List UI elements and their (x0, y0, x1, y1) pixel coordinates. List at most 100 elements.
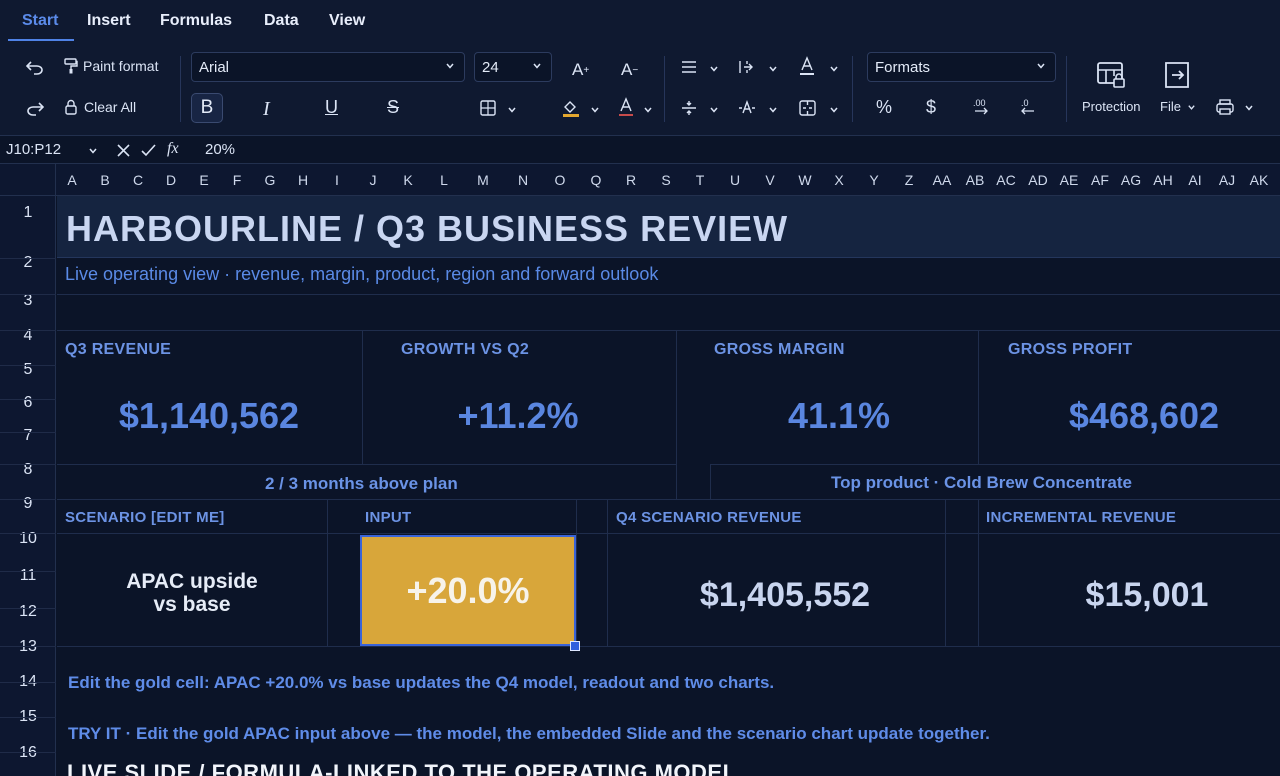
fill-color-icon[interactable] (562, 99, 580, 117)
row-header[interactable]: 11 (0, 567, 56, 585)
tab-formulas[interactable]: Formulas (160, 12, 232, 30)
column-header[interactable]: Q (591, 172, 602, 188)
vertical-align-icon[interactable] (681, 100, 697, 116)
chevron-down-icon[interactable] (88, 146, 98, 156)
chevron-down-icon[interactable] (643, 105, 653, 115)
column-header[interactable]: AI (1188, 172, 1201, 188)
scenario-input-cell[interactable]: +20.0% (360, 535, 576, 646)
text-color-icon[interactable] (799, 56, 815, 76)
function-icon[interactable]: fx (167, 140, 179, 158)
merge-icon[interactable] (799, 100, 816, 116)
chevron-down-icon[interactable] (829, 64, 839, 74)
column-header[interactable]: A (67, 172, 76, 188)
chevron-down-icon[interactable] (507, 105, 517, 115)
number-format-select[interactable]: Formats (867, 52, 1056, 82)
protection-icon[interactable] (1096, 60, 1126, 90)
file-export-icon[interactable] (1162, 60, 1192, 90)
font-family-select[interactable]: Arial (191, 52, 465, 82)
decrease-font-icon[interactable]: A − (621, 60, 638, 80)
column-header[interactable]: H (298, 172, 308, 188)
column-header[interactable]: O (555, 172, 566, 188)
text-rotate-icon[interactable] (738, 99, 756, 117)
column-header[interactable]: AF (1091, 172, 1109, 188)
underline-button[interactable]: U (325, 97, 338, 118)
percent-button[interactable]: % (876, 97, 892, 118)
tab-data[interactable]: Data (264, 12, 299, 30)
column-header[interactable]: S (661, 172, 670, 188)
column-header[interactable]: E (199, 172, 208, 188)
column-header[interactable]: V (765, 172, 774, 188)
name-box[interactable]: J10:P12 (6, 141, 61, 158)
select-all-corner[interactable] (0, 164, 56, 196)
column-header[interactable]: B (100, 172, 109, 188)
column-header[interactable]: C (133, 172, 143, 188)
column-header[interactable]: M (477, 172, 489, 188)
fill-handle[interactable] (570, 641, 580, 651)
column-header[interactable]: K (403, 172, 412, 188)
currency-button[interactable]: $ (926, 97, 936, 118)
increase-decimal-icon[interactable]: .00 (971, 97, 991, 115)
chevron-down-icon[interactable] (768, 105, 778, 115)
tab-insert[interactable]: Insert (87, 12, 131, 30)
chevron-down-icon[interactable] (829, 105, 839, 115)
column-header[interactable]: T (696, 172, 705, 188)
column-header[interactable]: U (730, 172, 740, 188)
column-header[interactable]: AH (1153, 172, 1172, 188)
undo-icon[interactable] (26, 59, 44, 75)
clear-all-button[interactable]: Clear All (64, 99, 136, 115)
row-header[interactable]: 1 (0, 204, 56, 222)
bold-button[interactable]: B (191, 93, 223, 123)
row-header[interactable]: 9 (0, 495, 56, 513)
column-header[interactable]: Y (869, 172, 878, 188)
protection-label[interactable]: Protection (1082, 99, 1141, 114)
tab-view[interactable]: View (329, 12, 365, 30)
column-header[interactable]: G (265, 172, 276, 188)
chevron-down-icon[interactable] (709, 105, 719, 115)
confirm-icon[interactable] (141, 144, 156, 157)
chevron-down-icon[interactable] (768, 64, 778, 74)
column-header[interactable]: AE (1060, 172, 1079, 188)
formula-input[interactable]: 20% (205, 141, 235, 158)
row-header[interactable]: 6 (0, 394, 56, 412)
file-menu-button[interactable]: File (1160, 99, 1196, 114)
column-header[interactable]: J (370, 172, 377, 188)
column-header[interactable]: F (233, 172, 242, 188)
column-header[interactable]: AA (933, 172, 952, 188)
row-header[interactable]: 2 (0, 254, 56, 272)
column-header[interactable]: W (798, 172, 811, 188)
strikethrough-button[interactable]: S (387, 97, 399, 118)
chevron-down-icon[interactable] (1244, 103, 1254, 113)
column-header[interactable]: Z (905, 172, 914, 188)
column-header[interactable]: N (518, 172, 528, 188)
chevron-down-icon[interactable] (590, 105, 600, 115)
column-header[interactable]: X (834, 172, 843, 188)
font-size-select[interactable]: 24 (474, 52, 552, 82)
column-header[interactable]: I (335, 172, 339, 188)
column-header[interactable]: AC (996, 172, 1015, 188)
decrease-decimal-icon[interactable]: .0 (1018, 97, 1038, 115)
paint-format-button[interactable]: Paint format (64, 58, 158, 74)
row-header[interactable]: 5 (0, 361, 56, 379)
font-color-icon[interactable] (618, 97, 634, 117)
row-header[interactable]: 13 (0, 638, 56, 656)
chevron-down-icon[interactable] (709, 64, 719, 74)
borders-icon[interactable] (480, 100, 496, 116)
column-header[interactable]: D (166, 172, 176, 188)
align-icon[interactable] (681, 60, 697, 74)
print-icon[interactable] (1216, 99, 1234, 115)
row-header[interactable]: 16 (0, 744, 56, 762)
column-header[interactable]: AD (1028, 172, 1047, 188)
text-wrap-icon[interactable] (738, 59, 754, 75)
column-header[interactable]: AG (1121, 172, 1141, 188)
increase-font-icon[interactable]: A + (572, 60, 589, 80)
tab-start[interactable]: Start (22, 12, 58, 30)
row-header[interactable]: 12 (0, 603, 56, 621)
row-header[interactable]: 7 (0, 427, 56, 445)
column-header[interactable]: R (626, 172, 636, 188)
italic-button[interactable]: I (263, 98, 270, 121)
redo-icon[interactable] (26, 100, 44, 116)
cancel-icon[interactable] (117, 144, 130, 157)
column-header[interactable]: AJ (1219, 172, 1235, 188)
column-header[interactable]: AK (1250, 172, 1269, 188)
column-header[interactable]: AB (966, 172, 985, 188)
